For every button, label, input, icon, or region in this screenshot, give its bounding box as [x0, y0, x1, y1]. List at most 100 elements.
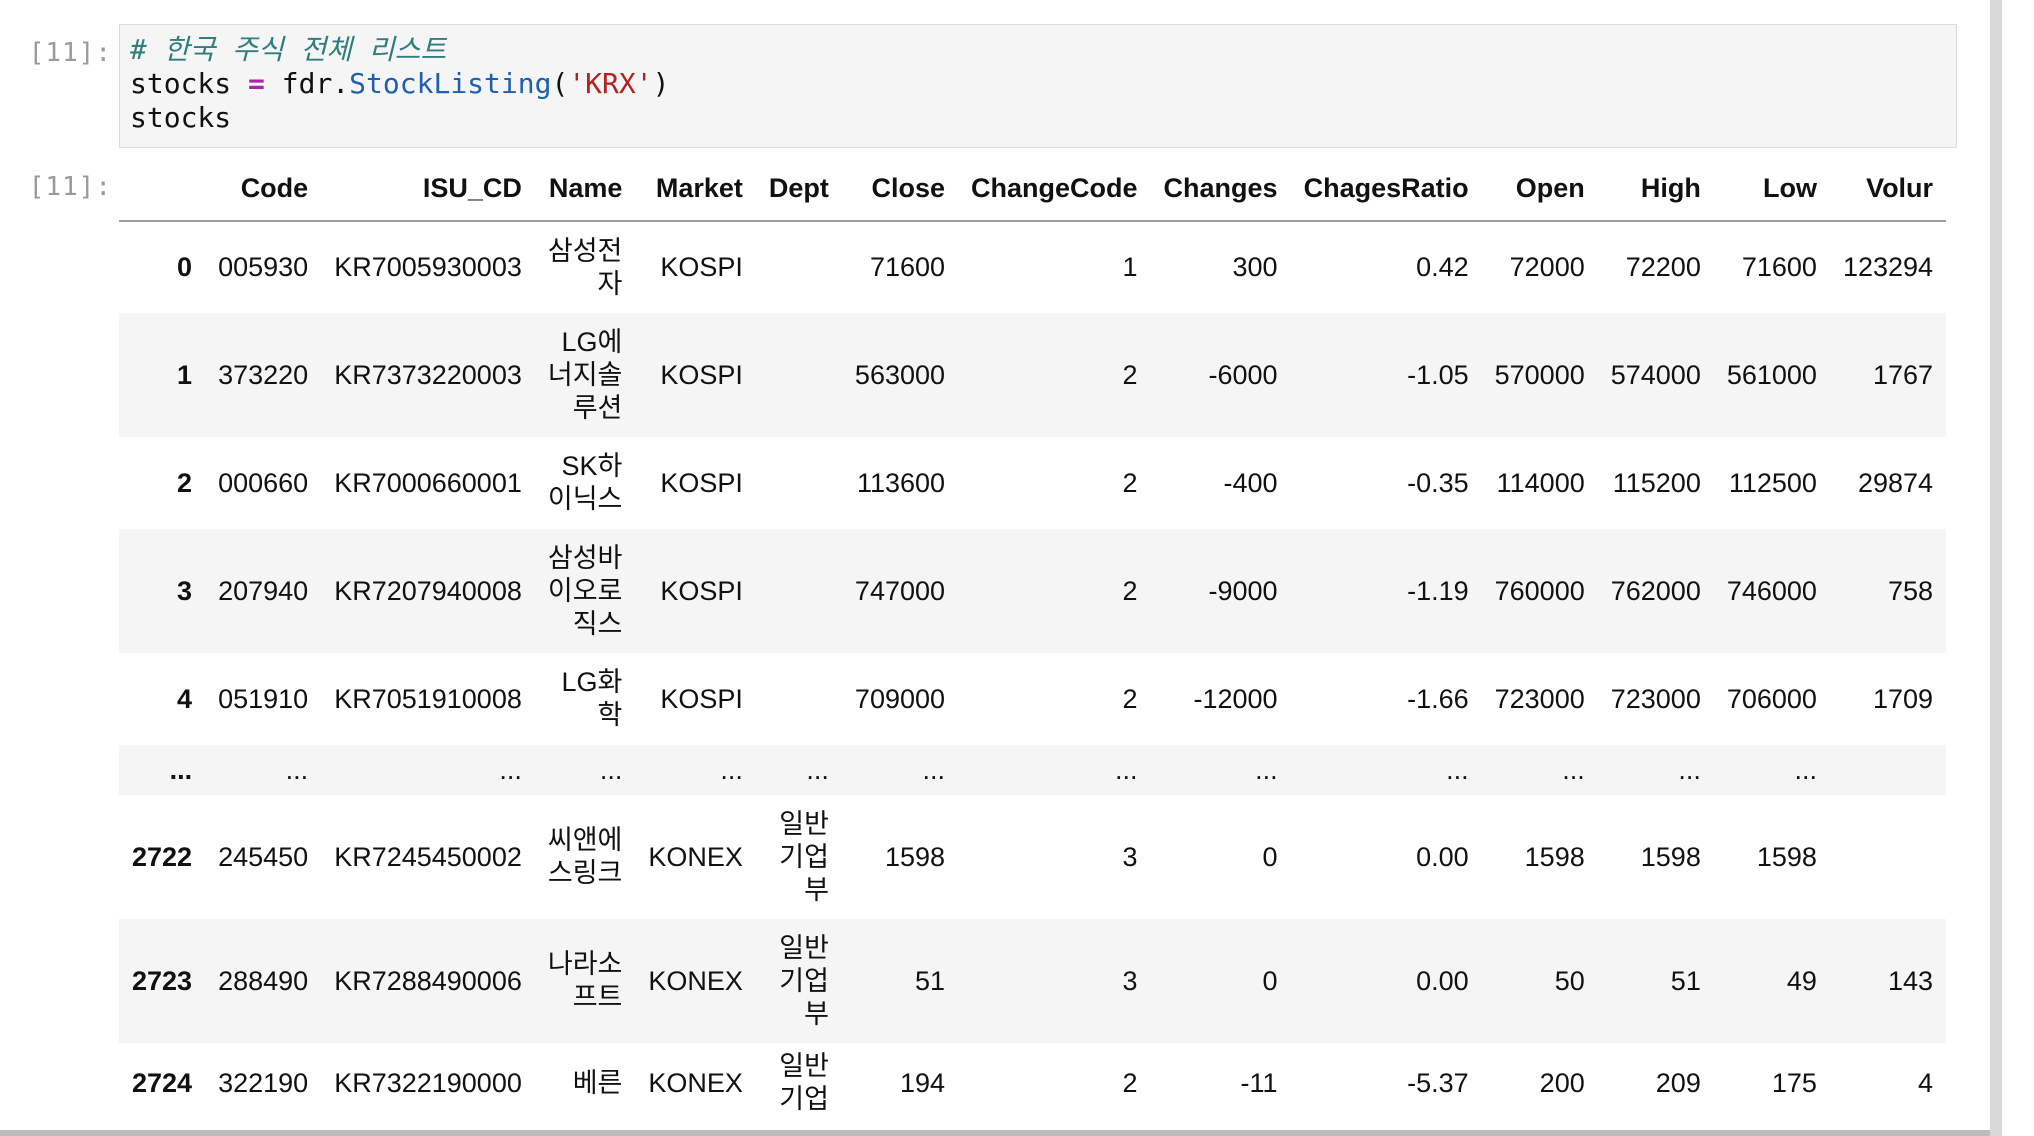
- horizontal-scrollbar[interactable]: [0, 1130, 1990, 1136]
- cell-line: 스링크: [547, 858, 623, 888]
- cell-line: SK하: [561, 451, 623, 481]
- code-token: (: [551, 67, 569, 100]
- table-cell: -1.66: [1407, 683, 1469, 714]
- cell-line: 일반: [779, 808, 829, 839]
- cell-line: 부: [804, 998, 829, 1029]
- code-line: stocks = fdr.StockListing('KRX'): [130, 67, 1946, 101]
- table-cell: 288490: [218, 965, 309, 996]
- cell-line: 직스: [572, 608, 623, 639]
- table-cell: 2: [1122, 1067, 1138, 1098]
- table-cell: ...: [720, 754, 743, 785]
- vertical-scrollbar[interactable]: [1990, 0, 2002, 1136]
- table-cell: KONEX: [648, 1067, 743, 1098]
- table-cell: -5.37: [1407, 1067, 1469, 1098]
- table-cell: KOSPI: [660, 359, 743, 390]
- cell-line: LG에: [561, 326, 623, 357]
- table-cell: 51: [914, 965, 946, 996]
- table-cell: [756, 653, 842, 745]
- table-row: 0 005930 KR7005930003 삼성전 자 KOSPI 71600 1 300 0.4…: [119, 221, 1946, 313]
- table-cell: ...: [1115, 754, 1138, 785]
- table-cell: KR7373220003: [334, 359, 522, 390]
- table-cell: -0.35: [1407, 467, 1469, 498]
- table-cell: 1: [1122, 252, 1138, 282]
- row-index: ...: [169, 754, 193, 785]
- cell-line: 씨앤에: [547, 825, 623, 855]
- table-cell: -400: [1223, 467, 1278, 498]
- code-token: 'KRX': [568, 67, 653, 100]
- column-header: Name: [534, 156, 636, 222]
- output-prompt: [11]:: [28, 172, 112, 202]
- table-cell: KR7322190000: [334, 1067, 522, 1098]
- table-cell: KOSPI: [660, 683, 743, 714]
- table-cell: 1598: [884, 841, 946, 872]
- table-cell: KOSPI: [660, 467, 743, 498]
- table-cell: 123294: [1842, 252, 1934, 282]
- table-cell: 207940: [218, 575, 309, 606]
- table-header-row: Code ISU_CD Name Market Dept Close ChangeCode C…: [119, 156, 1947, 222]
- table-cell: [756, 313, 842, 437]
- cell-line: 삼성전: [547, 235, 623, 266]
- table-cell: -11: [1240, 1067, 1278, 1098]
- table-cell: 삼성바 이오로 직스: [535, 529, 636, 653]
- table-row: 1 373220 KR7373220003 LG에 너지솔 루션 KOSPI 563000 2 -…: [119, 313, 1947, 437]
- table-cell: 760000: [1494, 575, 1585, 606]
- row-index: 0: [177, 252, 193, 282]
- code-token: stocks: [130, 101, 232, 134]
- table-row: 2 000660 KR7000660001 SK하 이닉스 KOSPI 113600 2 -40…: [119, 437, 1946, 529]
- table-cell: 762000: [1610, 575, 1701, 606]
- row-index: 4: [177, 683, 193, 714]
- table-row: 2723 288490 KR7288490006 나라소 프트 KONEX 일반 기업 부 51 3…: [119, 919, 1947, 1043]
- table-cell: 143: [1888, 965, 1934, 996]
- cell-line: ...: [599, 754, 623, 785]
- table-cell: 0.00: [1416, 965, 1469, 996]
- cell-line: 기업: [779, 841, 829, 872]
- table-cell: 49: [1786, 965, 1817, 996]
- table-row: 4 051910 KR7051910008 LG화 학 KOSPI 709000 2 -1200…: [119, 653, 1946, 745]
- table-cell: -6000: [1208, 359, 1278, 390]
- table-cell: KOSPI: [660, 252, 743, 282]
- table-cell: 570000: [1494, 359, 1585, 390]
- column-header: [119, 156, 206, 222]
- table-cell: ...: [285, 754, 309, 785]
- table-cell: ...: [499, 754, 522, 785]
- column-header: ChagesRatio: [1290, 156, 1482, 222]
- table-cell: 1709: [1872, 683, 1934, 714]
- code-cell[interactable]: # 한국 주식 전체 리스트 stocks = fdr.StockListing(…: [119, 24, 1957, 148]
- output-area: Code ISU_CD Name Market Dept Close ChangeCode C…: [119, 156, 1959, 1136]
- table-cell: ...: [806, 754, 829, 785]
- cell-line: 자: [597, 268, 623, 299]
- cell-line: 기업: [779, 965, 829, 996]
- table-cell: KOSPI: [660, 575, 743, 606]
- table-cell: -1.19: [1407, 575, 1469, 606]
- table-cell: [756, 221, 842, 313]
- column-header: ChangeCode: [958, 156, 1151, 222]
- column-header: Changes: [1150, 156, 1291, 222]
- table-cell: 723000: [1494, 683, 1585, 714]
- table-cell: -1.05: [1407, 359, 1469, 390]
- table-cell: KR7288490006: [334, 965, 522, 996]
- table-cell: 574000: [1610, 359, 1701, 390]
- table-cell: ...: [1562, 754, 1585, 785]
- code-token: StockListing: [349, 67, 552, 100]
- table-row: .......................................: [119, 745, 1947, 795]
- code-line: stocks: [130, 101, 1946, 135]
- table-cell: 3: [1122, 841, 1138, 872]
- table-cell: 씨앤에 스링크: [535, 795, 636, 919]
- table-cell: ...: [1678, 754, 1701, 785]
- code-token: ): [652, 67, 670, 100]
- table-cell: 4: [1918, 1067, 1934, 1098]
- table-cell: [756, 529, 842, 653]
- cell-line: 프트: [572, 982, 623, 1012]
- table-cell: 209: [1655, 1067, 1701, 1098]
- table-cell: 200: [1539, 1067, 1585, 1098]
- table-cell: ...: [1794, 754, 1817, 785]
- table-row: 3 207940 KR7207940008 삼성바 이오로 직스 KOSPI 747000 2 -…: [119, 529, 1947, 653]
- table-cell: SK하 이닉스: [535, 437, 636, 529]
- table-cell: 563000: [854, 359, 946, 390]
- input-prompt: [11]:: [28, 38, 112, 68]
- row-index: 2724: [132, 1067, 193, 1098]
- row-index: 3: [177, 575, 193, 606]
- table-cell: ...: [535, 745, 636, 795]
- row-index: 1: [177, 359, 193, 390]
- table-cell: KONEX: [648, 841, 743, 872]
